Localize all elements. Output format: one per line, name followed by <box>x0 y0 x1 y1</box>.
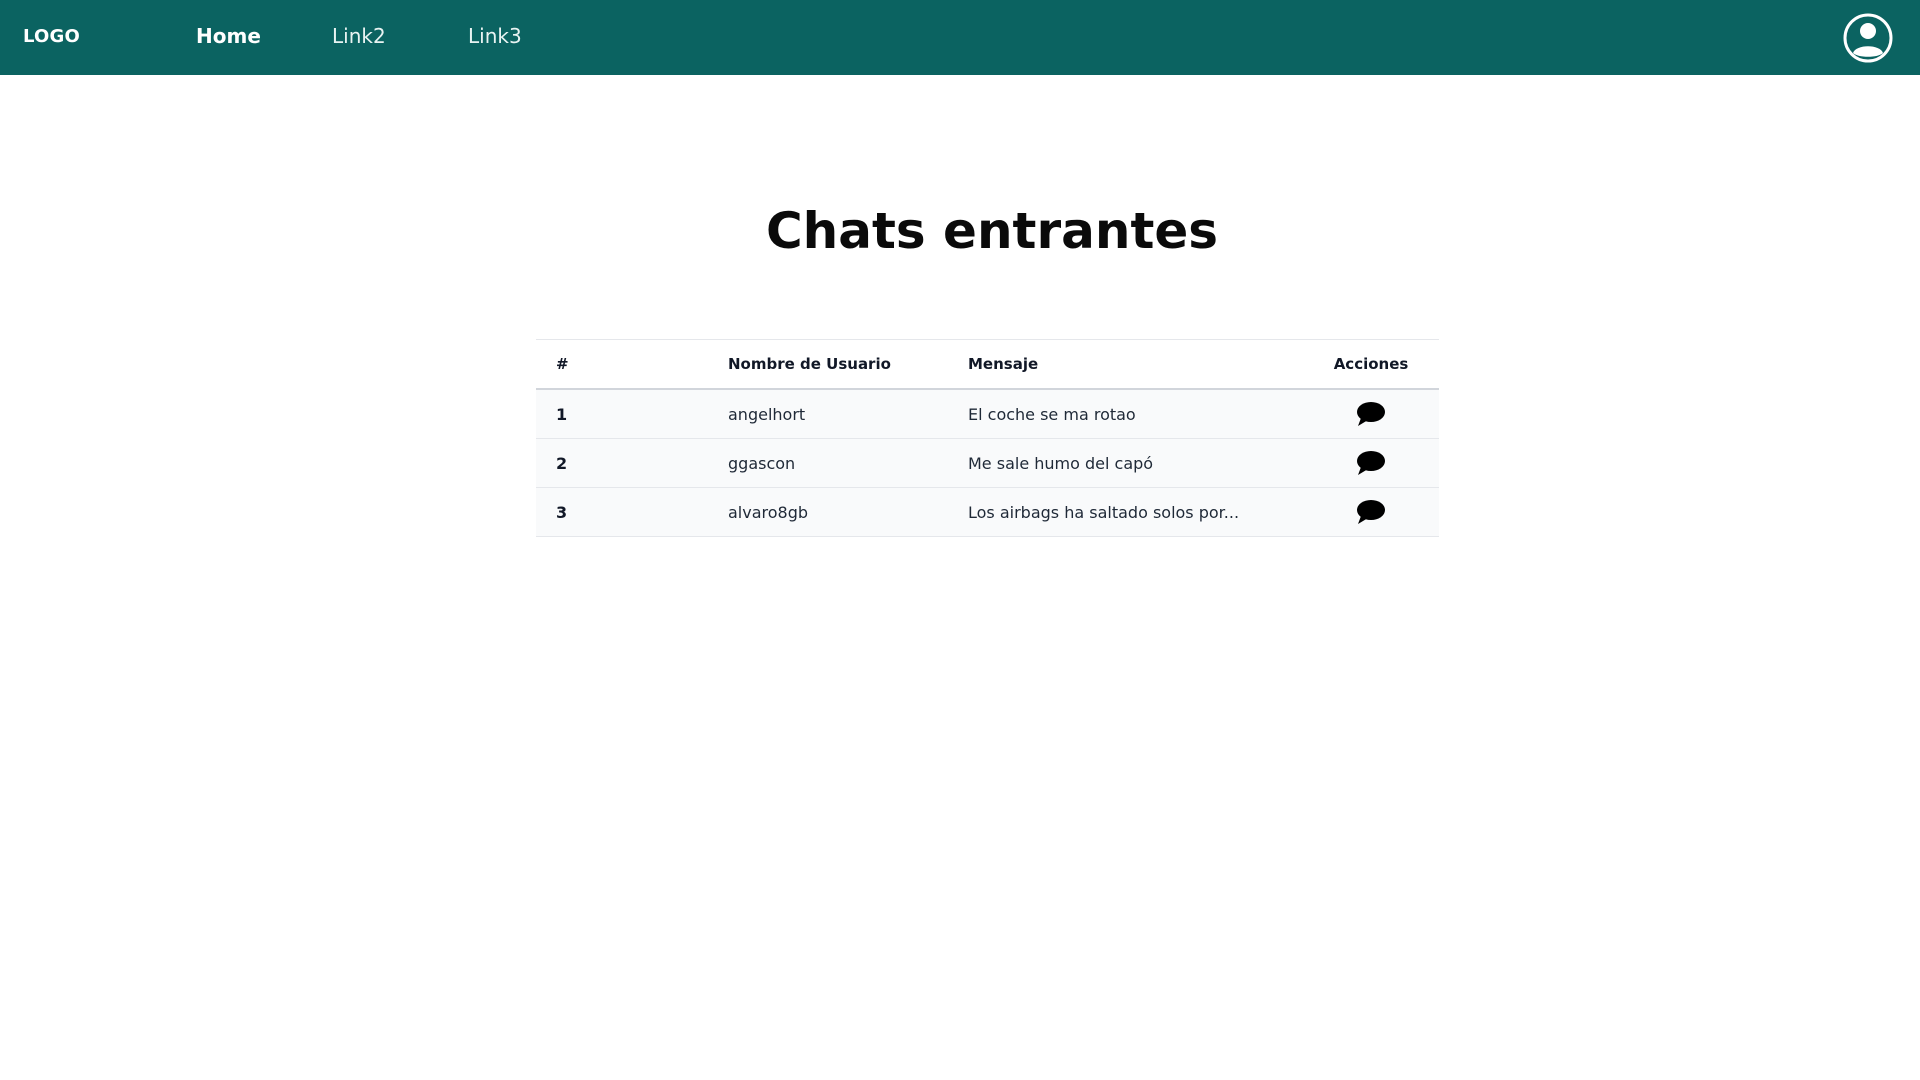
row-number: 3 <box>536 487 728 537</box>
header-message: Mensaje <box>968 339 1303 390</box>
nav-link-link3[interactable]: Link3 <box>468 24 522 48</box>
row-actions <box>1303 487 1439 537</box>
navbar: LOGO Home Link2 Link3 <box>0 0 1920 75</box>
chats-table-container: # Nombre de Usuario Mensaje Acciones 1 a… <box>536 339 1439 537</box>
nav-link-link2[interactable]: Link2 <box>332 24 386 48</box>
table-row: 2 ggascon Me sale humo del capó <box>536 438 1439 488</box>
chats-table: # Nombre de Usuario Mensaje Acciones 1 a… <box>536 339 1439 537</box>
table-header-row: # Nombre de Usuario Mensaje Acciones <box>536 339 1439 390</box>
header-actions: Acciones <box>1303 339 1439 390</box>
row-username: angelhort <box>728 389 968 439</box>
row-number: 2 <box>536 438 728 488</box>
row-number: 1 <box>536 389 728 439</box>
row-username: alvaro8gb <box>728 487 968 537</box>
header-username: Nombre de Usuario <box>728 339 968 390</box>
page-title: Chats entrantes <box>765 202 1219 260</box>
row-message: Me sale humo del capó <box>968 438 1303 488</box>
row-actions <box>1303 438 1439 488</box>
chat-bubble-icon[interactable] <box>1356 450 1386 476</box>
nav-link-home[interactable]: Home <box>196 24 261 48</box>
logo[interactable]: LOGO <box>23 26 80 47</box>
table-row: 1 angelhort El coche se ma rotao <box>536 389 1439 439</box>
row-message: El coche se ma rotao <box>968 389 1303 439</box>
row-message: Los airbags ha saltado solos por... <box>968 487 1303 537</box>
row-username: ggascon <box>728 438 968 488</box>
row-actions <box>1303 389 1439 439</box>
chat-bubble-icon[interactable] <box>1356 401 1386 427</box>
header-number: # <box>536 339 728 390</box>
chat-bubble-icon[interactable] <box>1356 499 1386 525</box>
table-row: 3 alvaro8gb Los airbags ha saltado solos… <box>536 487 1439 537</box>
user-circle-icon[interactable] <box>1843 13 1893 63</box>
